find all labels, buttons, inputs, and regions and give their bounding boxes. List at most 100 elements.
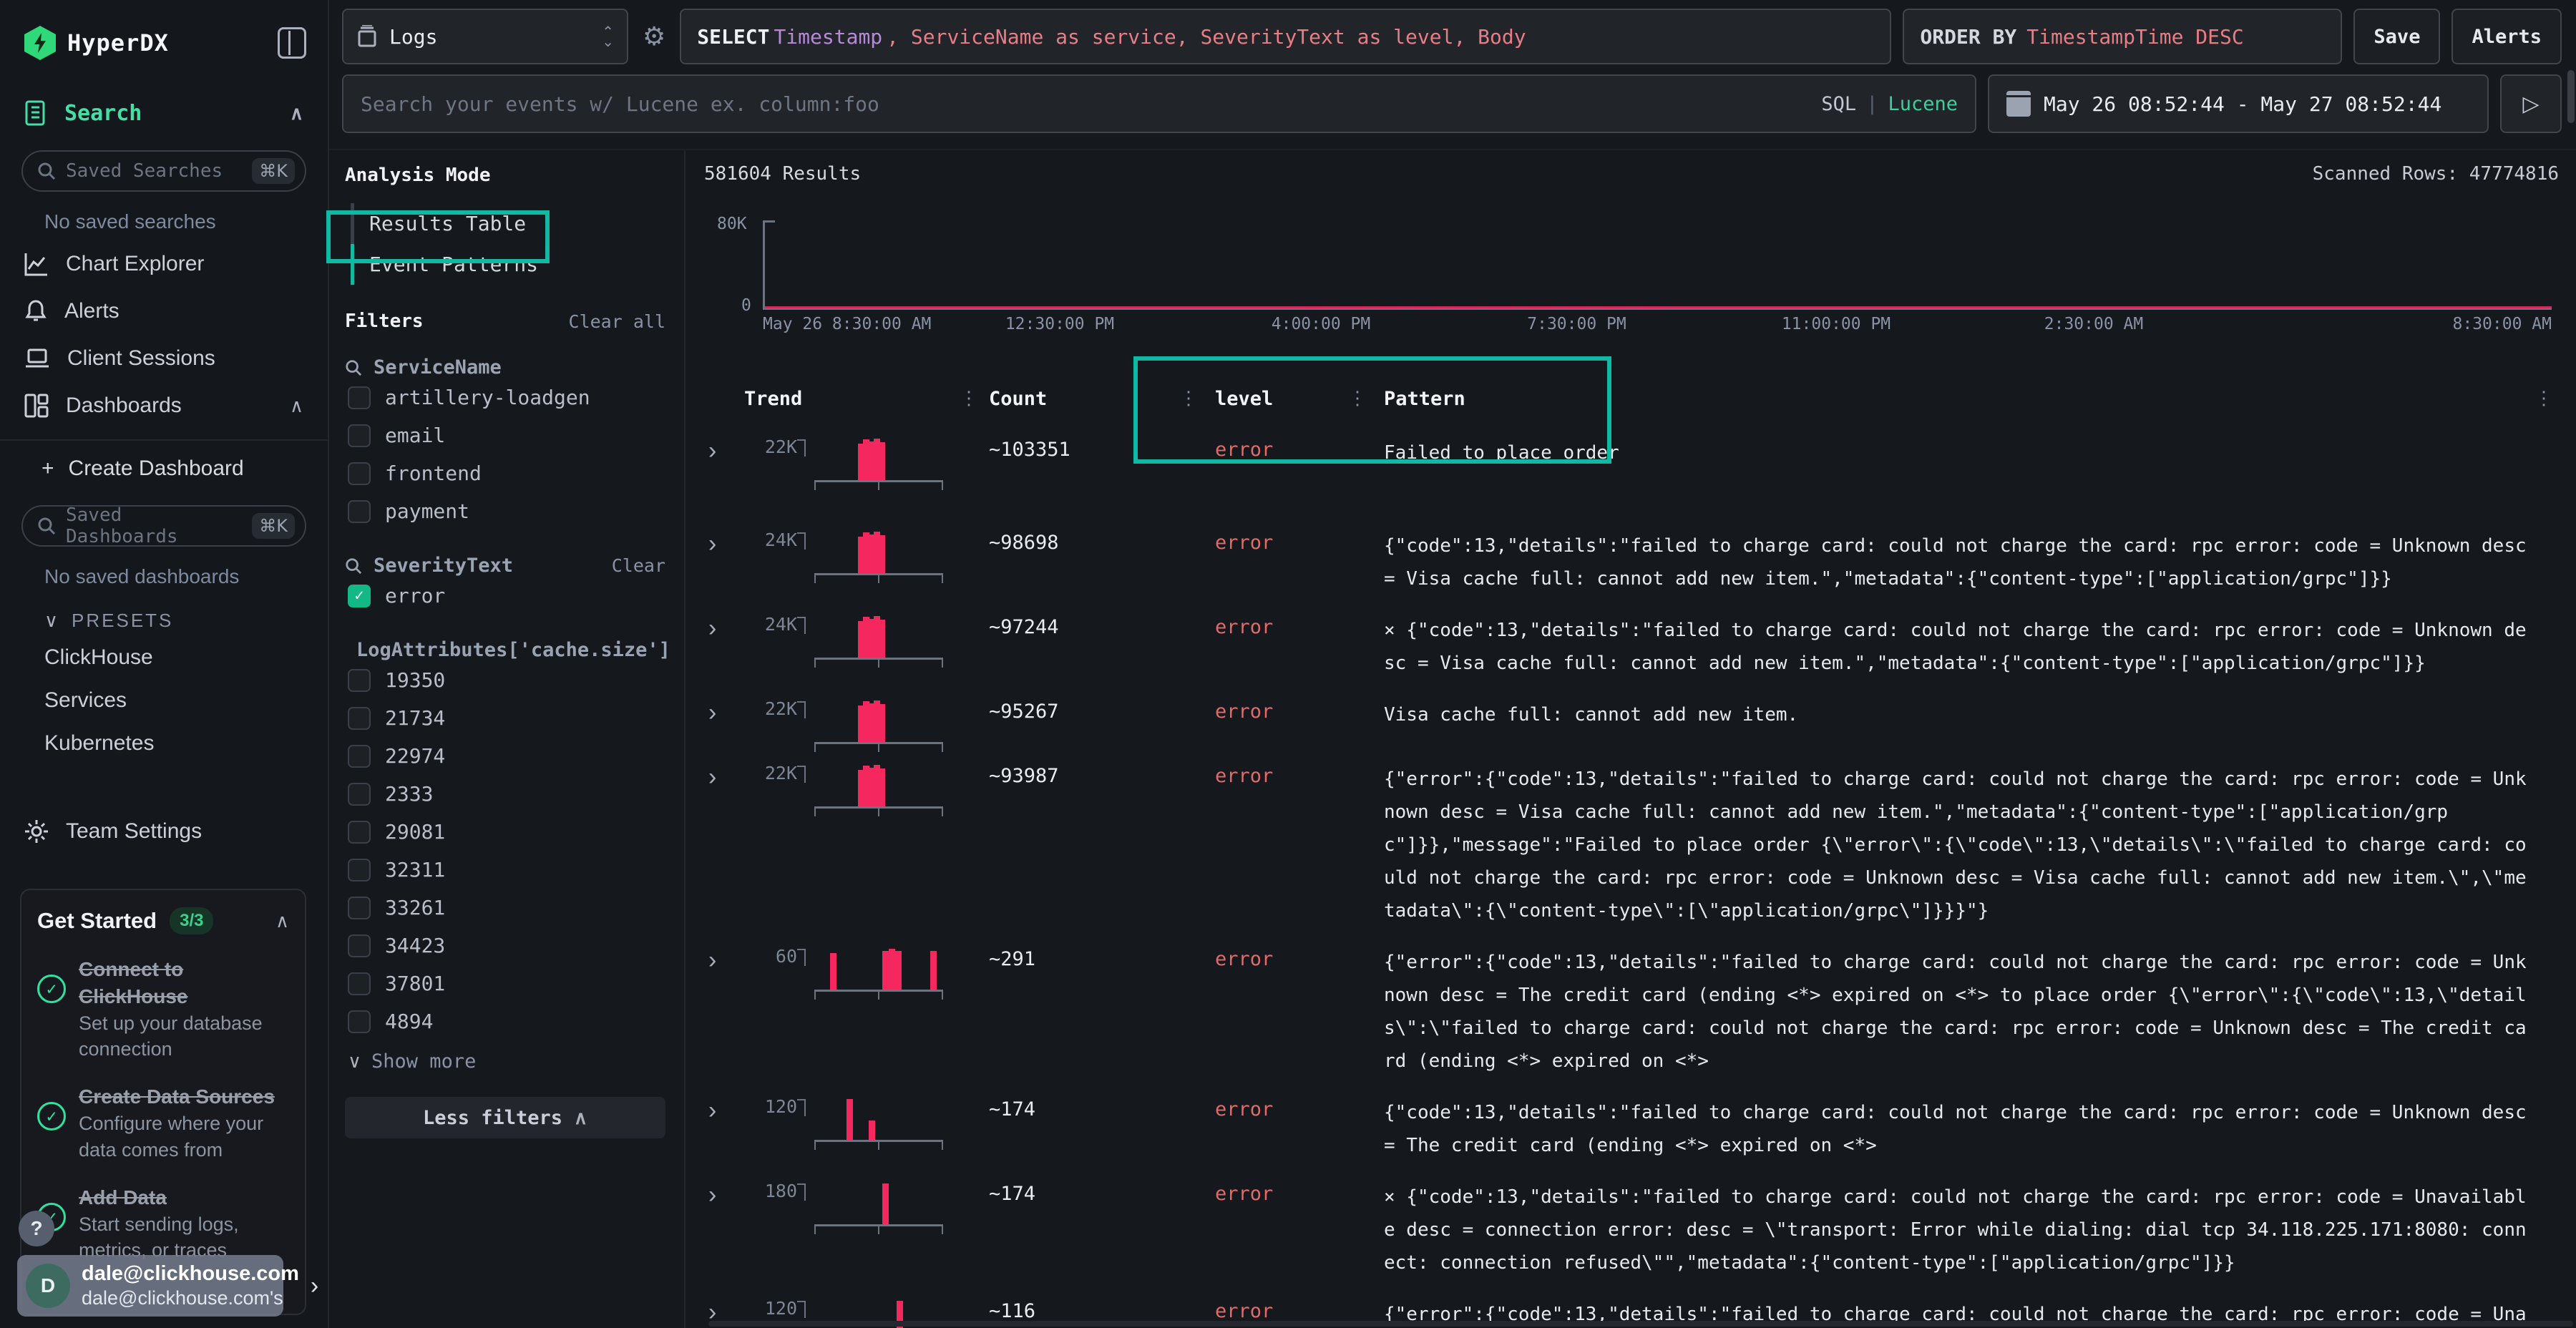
checkbox[interactable] bbox=[348, 707, 371, 730]
pattern-row[interactable]: › 22K ~95267 error Visa cache full: cann… bbox=[704, 698, 2559, 744]
checkbox[interactable] bbox=[348, 783, 371, 806]
pattern-row[interactable]: › 22K ~103351 error Failed to place orde… bbox=[704, 436, 2559, 482]
sidebar-item-alerts[interactable]: Alerts bbox=[0, 288, 328, 335]
checkbox[interactable] bbox=[348, 424, 371, 447]
filter-option-artillery-loadgen[interactable]: artillery-loadgen bbox=[345, 379, 665, 416]
pattern-text[interactable]: Visa cache full: cannot add new item. bbox=[1384, 698, 2559, 731]
less-filters-button[interactable]: Less filters ∧ bbox=[345, 1097, 665, 1138]
filter-option-4894[interactable]: 4894 bbox=[345, 1002, 665, 1040]
table-menu-icon[interactable]: ⋮ bbox=[2534, 388, 2559, 410]
filter-option-email[interactable]: email bbox=[345, 416, 665, 454]
filter-group-title[interactable]: ServiceName bbox=[374, 356, 502, 379]
pattern-row[interactable]: › 180 ~174 error × {"code":13,"details":… bbox=[704, 1181, 2559, 1279]
checkbox[interactable] bbox=[348, 859, 371, 882]
clear-all-button[interactable]: Clear all bbox=[569, 311, 665, 332]
date-range-picker[interactable]: May 26 08:52:44 - May 27 08:52:44 bbox=[1988, 74, 2489, 133]
pattern-row[interactable]: › 24K ~98698 error {"code":13,"details":… bbox=[704, 529, 2559, 595]
pattern-row[interactable]: › 22K ~93987 error {"error":{"code":13,"… bbox=[704, 763, 2559, 927]
expand-chevron-icon[interactable]: › bbox=[704, 699, 716, 726]
query-language-toggle[interactable]: SQL | Lucene bbox=[1821, 93, 1958, 115]
pattern-row[interactable]: › 120 ~174 error {"code":13,"details":"f… bbox=[704, 1096, 2559, 1162]
column-header-level[interactable]: level bbox=[1215, 388, 1348, 410]
help-button[interactable]: ? bbox=[19, 1211, 54, 1246]
checkbox[interactable]: ✓ bbox=[348, 585, 371, 607]
order-by-input[interactable]: ORDER BY TimestampTime DESC bbox=[1903, 9, 2342, 64]
alerts-button[interactable]: Alerts bbox=[2451, 9, 2562, 64]
lang-sql[interactable]: SQL bbox=[1821, 93, 1856, 115]
filter-option-37801[interactable]: 37801 bbox=[345, 965, 665, 1002]
column-header-pattern[interactable]: Pattern⋮ bbox=[1384, 388, 2559, 410]
sidebar-item-client-sessions[interactable]: Client Sessions bbox=[0, 335, 328, 382]
checkbox[interactable] bbox=[348, 821, 371, 844]
pattern-text[interactable]: {"error":{"code":13,"details":"failed to… bbox=[1384, 946, 2559, 1078]
vertical-scrollbar[interactable] bbox=[2567, 70, 2575, 123]
pattern-text[interactable]: {"code":13,"details":"failed to charge c… bbox=[1384, 529, 2559, 595]
expand-chevron-icon[interactable]: › bbox=[704, 1181, 716, 1209]
presets-section-toggle[interactable]: ∨ PRESETS bbox=[0, 595, 328, 636]
filter-option-32311[interactable]: 32311 bbox=[345, 851, 665, 889]
filter-option-2333[interactable]: 2333 bbox=[345, 775, 665, 813]
source-settings-gear-icon[interactable]: ⚙ bbox=[640, 9, 668, 64]
checkbox[interactable] bbox=[348, 386, 371, 409]
save-button[interactable]: Save bbox=[2353, 9, 2440, 64]
event-search-input[interactable]: Search your events w/ Lucene ex. column:… bbox=[342, 74, 1976, 133]
filter-option-frontend[interactable]: frontend bbox=[345, 454, 665, 492]
analysis-mode-results-table[interactable]: Results Table bbox=[345, 203, 665, 244]
filter-group-title[interactable]: SeverityText bbox=[374, 555, 513, 577]
chevron-up-icon[interactable]: ∧ bbox=[275, 910, 289, 932]
filter-option-34423[interactable]: 34423 bbox=[345, 927, 665, 965]
sidebar-item-chart-explorer[interactable]: Chart Explorer bbox=[0, 240, 328, 288]
show-more-button[interactable]: ∨Show more bbox=[345, 1040, 665, 1073]
saved-dashboards-input[interactable]: Saved Dashboards ⌘K bbox=[21, 505, 306, 547]
pattern-row[interactable]: › 60 ~291 error {"error":{"code":13,"det… bbox=[704, 946, 2559, 1078]
sidebar-item-search[interactable]: Search ∧ bbox=[0, 89, 328, 137]
filter-group-title[interactable]: LogAttributes['cache.size'] bbox=[356, 639, 670, 661]
checkbox[interactable] bbox=[348, 934, 371, 957]
checkbox[interactable] bbox=[348, 462, 371, 485]
expand-chevron-icon[interactable]: › bbox=[704, 437, 716, 464]
get-started-item[interactable]: ✓Connect to ClickHouseSet up your databa… bbox=[37, 956, 289, 1062]
sidebar-collapse-icon[interactable] bbox=[278, 27, 306, 59]
column-drag-handle-icon[interactable]: ⋮ bbox=[949, 388, 989, 409]
select-columns-input[interactable]: SELECT Timestamp, ServiceName as service… bbox=[680, 9, 1891, 64]
results-histogram[interactable]: 80K 0 May 26 8:30:00 AM12:30:00 PM4:00:0… bbox=[704, 192, 2559, 335]
expand-chevron-icon[interactable]: › bbox=[704, 530, 716, 557]
column-header-trend[interactable]: Trend bbox=[744, 388, 949, 410]
filter-option-19350[interactable]: 19350 bbox=[345, 661, 665, 699]
pattern-text[interactable]: {"code":13,"details":"failed to charge c… bbox=[1384, 1096, 2559, 1162]
checkbox[interactable] bbox=[348, 745, 371, 768]
filter-option-33261[interactable]: 33261 bbox=[345, 889, 665, 927]
checkbox[interactable] bbox=[348, 897, 371, 919]
clear-filter-button[interactable]: Clear bbox=[612, 555, 665, 576]
source-select[interactable]: Logs ⌃⌄ bbox=[342, 9, 628, 64]
analysis-mode-event-patterns[interactable]: Event Patterns bbox=[345, 244, 665, 285]
get-started-item[interactable]: ✓Add DataStart sending logs, metrics, or… bbox=[37, 1184, 289, 1264]
sidebar-item-dashboards[interactable]: Dashboards∧ bbox=[0, 382, 328, 429]
pattern-text[interactable]: {"error":{"code":13,"details":"failed to… bbox=[1384, 763, 2559, 927]
chevron-up-icon[interactable]: ∧ bbox=[290, 102, 303, 125]
column-drag-handle-icon[interactable]: ⋮ bbox=[1179, 388, 1215, 409]
pattern-text[interactable]: × {"code":13,"details":"failed to charge… bbox=[1384, 614, 2559, 680]
checkbox[interactable] bbox=[348, 669, 371, 692]
pattern-text[interactable]: Failed to place order bbox=[1384, 436, 2559, 469]
sidebar-item-team-settings[interactable]: Team Settings bbox=[0, 808, 328, 855]
expand-chevron-icon[interactable]: › bbox=[704, 763, 716, 791]
pattern-row[interactable]: › 24K ~97244 error × {"code":13,"details… bbox=[704, 614, 2559, 680]
run-query-button[interactable]: ▷ bbox=[2500, 74, 2562, 133]
expand-chevron-icon[interactable]: › bbox=[704, 947, 716, 974]
filter-option-22974[interactable]: 22974 bbox=[345, 737, 665, 775]
expand-chevron-icon[interactable]: › bbox=[704, 615, 716, 642]
horizontal-scrollbar[interactable] bbox=[708, 1321, 2573, 1327]
saved-searches-input[interactable]: Saved Searches ⌘K bbox=[21, 150, 306, 192]
column-header-count[interactable]: Count bbox=[989, 388, 1179, 410]
filter-option-29081[interactable]: 29081 bbox=[345, 813, 665, 851]
preset-item-services[interactable]: Services bbox=[0, 679, 328, 722]
expand-chevron-icon[interactable]: › bbox=[704, 1097, 716, 1124]
preset-item-clickhouse[interactable]: ClickHouse bbox=[0, 636, 328, 679]
user-menu[interactable]: D dale@clickhouse.com dale@clickhouse.co… bbox=[17, 1255, 283, 1317]
lang-lucene[interactable]: Lucene bbox=[1888, 93, 1958, 115]
checkbox[interactable] bbox=[348, 972, 371, 995]
checkbox[interactable] bbox=[348, 500, 371, 523]
preset-item-kubernetes[interactable]: Kubernetes bbox=[0, 722, 328, 765]
pattern-text[interactable]: × {"code":13,"details":"failed to charge… bbox=[1384, 1181, 2559, 1279]
